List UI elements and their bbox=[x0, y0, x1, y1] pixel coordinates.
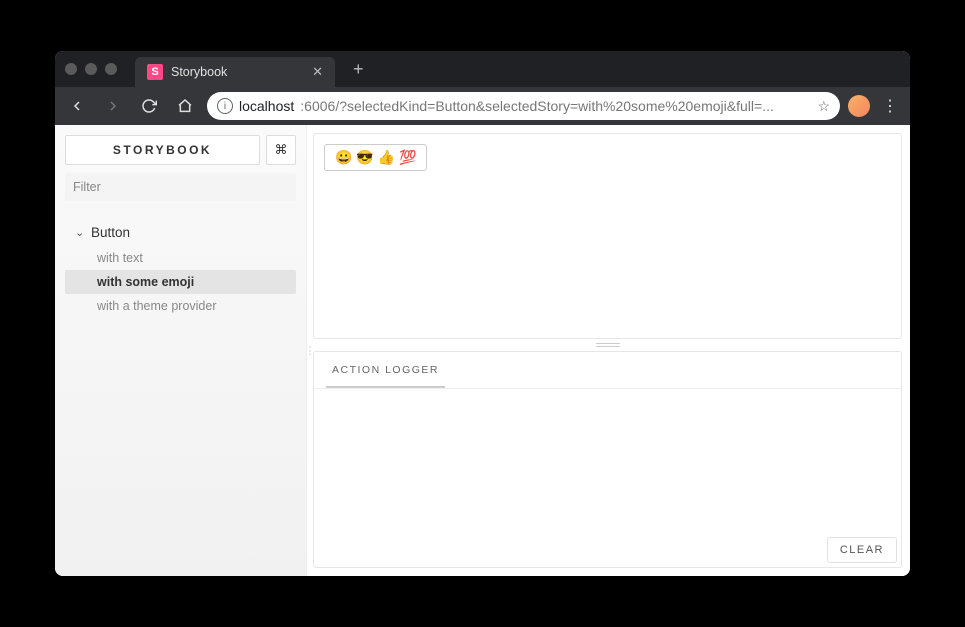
brand-title: STORYBOOK bbox=[65, 135, 260, 165]
home-button[interactable] bbox=[171, 92, 199, 120]
app-content: STORYBOOK ⌘ ⌄ Button with text with some… bbox=[55, 125, 910, 576]
bookmark-star-icon[interactable]: ☆ bbox=[817, 98, 830, 115]
panel-resizer[interactable] bbox=[313, 339, 902, 351]
kind-children: with text with some emoji with a theme p… bbox=[65, 246, 296, 318]
url-host: localhost bbox=[239, 98, 294, 114]
site-info-icon[interactable]: i bbox=[217, 98, 233, 114]
chevron-down-icon: ⌄ bbox=[75, 226, 85, 239]
window-close-button[interactable] bbox=[65, 63, 77, 75]
addons-panel: ACTION LOGGER CLEAR bbox=[313, 351, 902, 568]
browser-menu-button[interactable]: ⋮ bbox=[878, 96, 902, 116]
main-panel: 😀 😎 👍 💯 ACTION LOGGER CLEAR bbox=[313, 125, 910, 576]
clear-button[interactable]: CLEAR bbox=[827, 537, 897, 563]
tab-close-icon[interactable]: ✕ bbox=[312, 64, 323, 80]
storybook-favicon-icon: S bbox=[147, 64, 163, 80]
browser-tab[interactable]: S Storybook ✕ bbox=[135, 57, 335, 87]
profile-avatar[interactable] bbox=[848, 95, 870, 117]
traffic-lights bbox=[65, 63, 117, 75]
action-logger-body bbox=[314, 389, 901, 533]
new-tab-button[interactable]: + bbox=[353, 59, 364, 80]
browser-toolbar: i localhost :6006/?selectedKind=Button&se… bbox=[55, 87, 910, 125]
filter-input[interactable] bbox=[65, 173, 296, 201]
tab-action-logger[interactable]: ACTION LOGGER bbox=[326, 352, 445, 388]
window-minimize-button[interactable] bbox=[85, 63, 97, 75]
stories-tree: ⌄ Button with text with some emoji with … bbox=[65, 219, 296, 318]
addons-footer: CLEAR bbox=[314, 533, 901, 567]
kind-label: Button bbox=[91, 225, 130, 240]
story-with-a-theme-provider[interactable]: with a theme provider bbox=[65, 294, 296, 318]
forward-button[interactable] bbox=[99, 92, 127, 120]
tab-title: Storybook bbox=[171, 65, 304, 79]
window-zoom-button[interactable] bbox=[105, 63, 117, 75]
addons-tabbar: ACTION LOGGER bbox=[314, 352, 901, 389]
sidebar-header: STORYBOOK ⌘ bbox=[65, 135, 296, 165]
story-with-text[interactable]: with text bbox=[65, 246, 296, 270]
kind-node-button[interactable]: ⌄ Button bbox=[65, 219, 296, 246]
grip-icon bbox=[596, 343, 620, 347]
demo-button[interactable]: 😀 😎 👍 💯 bbox=[324, 144, 427, 171]
reload-button[interactable] bbox=[135, 92, 163, 120]
shortcuts-button[interactable]: ⌘ bbox=[266, 135, 296, 165]
sidebar: STORYBOOK ⌘ ⌄ Button with text with some… bbox=[55, 125, 307, 576]
back-button[interactable] bbox=[63, 92, 91, 120]
url-path: :6006/?selectedKind=Button&selectedStory… bbox=[300, 98, 807, 114]
browser-window: S Storybook ✕ + i localhost :6006/?select… bbox=[55, 51, 910, 576]
address-bar[interactable]: i localhost :6006/?selectedKind=Button&se… bbox=[207, 92, 840, 120]
titlebar: S Storybook ✕ + bbox=[55, 51, 910, 87]
story-with-some-emoji[interactable]: with some emoji bbox=[65, 270, 296, 294]
preview-frame: 😀 😎 👍 💯 bbox=[313, 133, 902, 339]
